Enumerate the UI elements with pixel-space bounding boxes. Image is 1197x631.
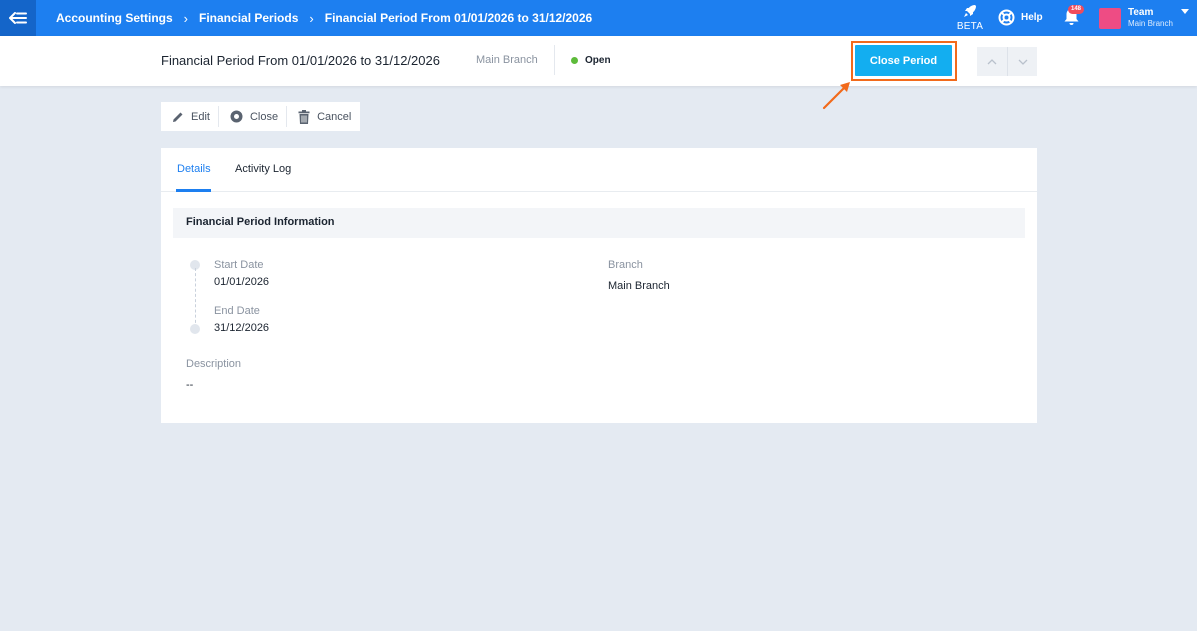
end-date-value: 31/12/2026 [214, 322, 270, 334]
details-card: Details Activity Log Financial Period In… [161, 148, 1037, 423]
branch-value: Main Branch [608, 280, 670, 292]
action-toolbar: Edit Close Cancel [161, 102, 360, 131]
stop-circle-icon [230, 110, 243, 123]
top-navigation-bar: Accounting Settings › Financial Periods … [0, 0, 1197, 36]
chevron-down-icon [1018, 59, 1027, 65]
menu-back-icon [9, 12, 27, 24]
status-label: Open [585, 55, 611, 66]
timeline-end-dot-icon [190, 324, 200, 334]
description-value: -- [186, 379, 194, 391]
cancel-button[interactable]: Cancel [287, 102, 359, 131]
caret-down-icon[interactable] [1181, 9, 1189, 14]
trash-icon [298, 109, 310, 124]
close-period-button[interactable]: Close Period [855, 45, 952, 76]
branch-label: Branch [608, 259, 643, 271]
chevron-up-icon [987, 58, 997, 64]
lifebuoy-icon [998, 9, 1015, 26]
edit-label: Edit [191, 110, 210, 123]
close-button[interactable]: Close [219, 102, 286, 131]
annotation-arrow-icon [822, 82, 850, 110]
pencil-icon [173, 112, 183, 122]
page-header: Financial Period From 01/01/2026 to 31/1… [0, 36, 1197, 86]
chevron-right-icon: › [183, 10, 189, 26]
help-button[interactable]: Help [998, 9, 1043, 26]
user-branch: Main Branch [1128, 19, 1173, 28]
chevron-right-icon: › [309, 10, 314, 26]
active-tab-indicator [176, 189, 211, 192]
start-date-value: 01/01/2026 [214, 276, 270, 288]
rocket-icon [964, 5, 976, 17]
avatar[interactable] [1099, 8, 1121, 29]
previous-record-button[interactable] [977, 47, 1007, 76]
sidebar-toggle-button[interactable] [0, 0, 36, 36]
start-date-label: Start Date [214, 259, 264, 271]
breadcrumb-current-period: Financial Period From 01/01/2026 to 31/1… [324, 11, 593, 25]
divider [554, 45, 555, 75]
edit-button[interactable]: Edit [161, 102, 218, 131]
header-branch: Main Branch [476, 54, 538, 66]
breadcrumb-accounting-settings[interactable]: Accounting Settings [56, 11, 173, 25]
user-menu[interactable]: Team Main Branch [1128, 7, 1173, 29]
page-title: Financial Period From 01/01/2026 to 31/1… [161, 53, 440, 68]
section-title: Financial Period Information [173, 208, 1025, 238]
beta-button[interactable]: BETA [956, 4, 984, 32]
status-badge: Open [571, 55, 611, 66]
cancel-label: Cancel [317, 110, 352, 123]
close-label: Close [249, 110, 279, 123]
tab-details[interactable]: Details [177, 163, 211, 175]
next-record-button[interactable] [1007, 47, 1037, 76]
beta-label: BETA [956, 21, 984, 32]
status-dot-icon [571, 57, 578, 64]
breadcrumb-financial-periods[interactable]: Financial Periods [199, 11, 298, 25]
tab-bar: Details Activity Log [161, 148, 1037, 192]
user-name: Team [1128, 7, 1154, 18]
notification-count-badge: 148 [1068, 5, 1085, 14]
breadcrumb: Accounting Settings › Financial Periods … [56, 0, 592, 36]
timeline-line [195, 268, 196, 328]
end-date-label: End Date [214, 305, 260, 317]
tab-activity-log[interactable]: Activity Log [235, 163, 291, 175]
description-label: Description [186, 358, 242, 370]
help-label: Help [1021, 12, 1043, 23]
